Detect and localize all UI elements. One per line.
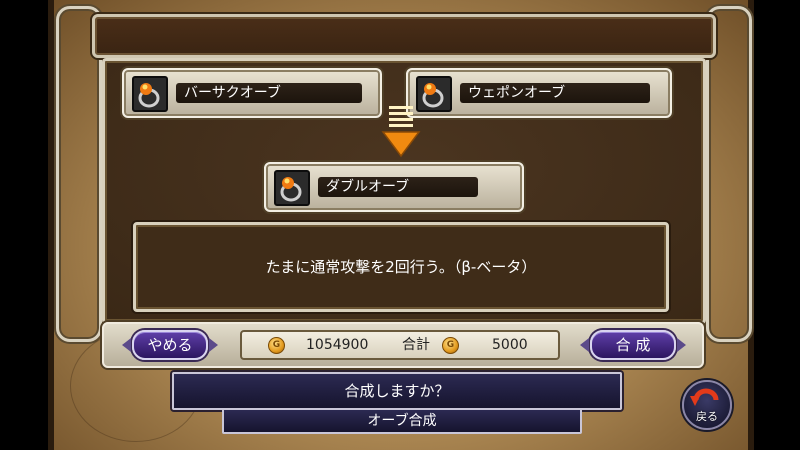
return-arrow-icon — [690, 388, 719, 406]
cancel-button-label: やめる — [147, 336, 193, 354]
result-orb[interactable]: ダブルオーブ — [264, 162, 524, 212]
total-label: 合計 — [402, 337, 430, 353]
confirm-prompt: 合成しますか？ — [172, 372, 622, 410]
synthesis-cost: 5000 — [492, 337, 528, 353]
chevron-right-icon — [677, 338, 686, 352]
source-orb-left-label: バーサクオーブ — [176, 83, 362, 103]
currency-display: G 1054900 合計 G 5000 — [240, 330, 560, 360]
cancel-button[interactable]: やめる — [122, 330, 218, 360]
chevron-right-icon — [209, 338, 218, 352]
chevron-left-icon — [122, 338, 131, 352]
back-button-label: 戻る — [696, 410, 718, 423]
owned-gold: 1054900 — [306, 337, 369, 353]
orb-synthesis-screen: バーサクオーブ ウェポンオーブ ダブルオーブ たまに通常攻撃を2回行う。（β-ベ… — [0, 0, 800, 450]
source-orb-right-label: ウェポンオーブ — [460, 83, 650, 103]
source-orb-right[interactable]: ウェポンオーブ — [406, 68, 672, 118]
source-orb-left[interactable]: バーサクオーブ — [122, 68, 382, 118]
chevron-left-icon — [580, 338, 589, 352]
orb-ring-icon — [416, 76, 452, 112]
orb-ring-icon — [132, 76, 168, 112]
gold-coin-icon: G — [268, 337, 285, 354]
screen-title: オーブ合成 — [222, 408, 582, 434]
back-button[interactable]: 戻る — [682, 380, 732, 430]
result-orb-label: ダブルオーブ — [318, 177, 478, 197]
header-bar — [92, 14, 716, 58]
synthesize-button-label: 合 成 — [615, 336, 651, 354]
gold-coin-icon: G — [442, 337, 459, 354]
orb-description: たまに通常攻撃を2回行う。（β-ベータ） — [133, 222, 669, 312]
combine-arrow-icon — [381, 106, 421, 158]
synthesize-button[interactable]: 合 成 — [580, 330, 686, 360]
orb-ring-icon — [274, 170, 310, 206]
